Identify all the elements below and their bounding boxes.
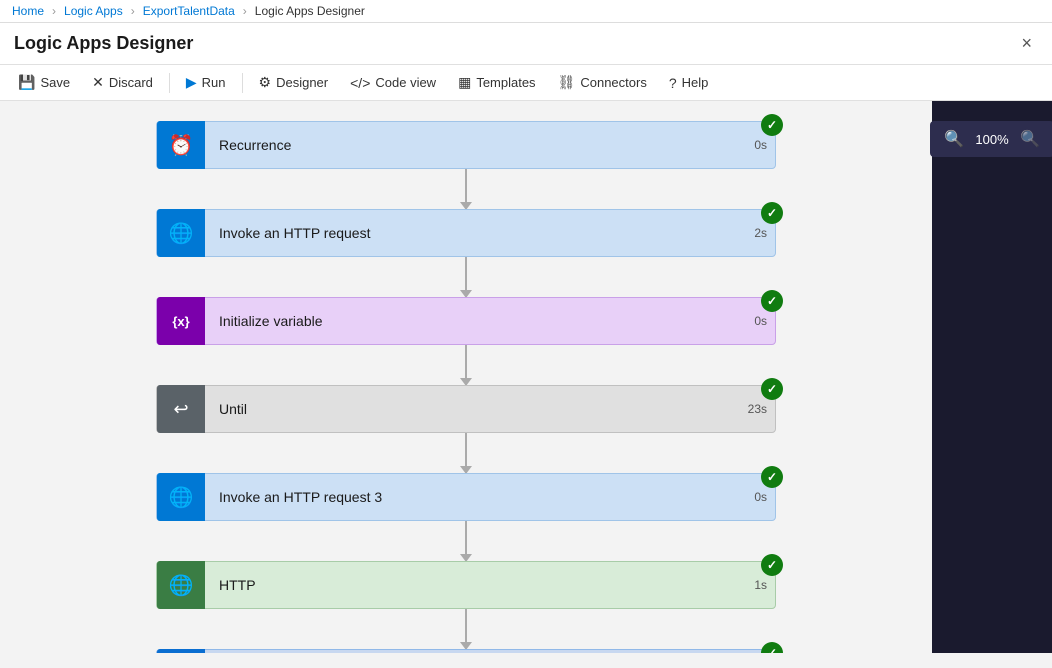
save-icon: 💾 — [18, 74, 35, 91]
step-duration-http: 1s — [740, 578, 775, 592]
discard-icon: ✕ — [92, 74, 104, 91]
step-block[interactable]: 🌐HTTP1s✓ — [156, 561, 776, 609]
workflow-canvas: ⏰Recurrence0s✓🌐Invoke an HTTP request2s✓… — [0, 101, 932, 653]
step-block[interactable]: 🌐Invoke an HTTP request 30s✓ — [156, 473, 776, 521]
save-button[interactable]: 💾 Save — [8, 69, 80, 96]
step-label-invoke-http3: Invoke an HTTP request 3 — [205, 489, 740, 505]
zoom-in-button[interactable]: 🔍 — [940, 127, 968, 151]
code-view-label: Code view — [375, 75, 436, 90]
step-label-until: Until — [205, 401, 740, 417]
breadcrumb-logic-apps[interactable]: Logic Apps — [64, 4, 123, 18]
canvas-area: ⏰Recurrence0s✓🌐Invoke an HTTP request2s✓… — [0, 101, 1052, 653]
help-label: Help — [682, 75, 709, 90]
step-icon-invoke-http3: 🌐 — [157, 473, 205, 521]
step-duration-invoke-http: 2s — [740, 226, 775, 240]
close-button[interactable]: × — [1015, 31, 1038, 56]
step-label-init-variable: Initialize variable — [205, 313, 740, 329]
breadcrumb-current: Logic Apps Designer — [255, 4, 365, 18]
step-block[interactable]: {x}Initialize variable0s✓ — [156, 297, 776, 345]
templates-icon: ▦ — [458, 74, 471, 91]
run-label: Run — [202, 75, 226, 90]
step-connector — [465, 609, 467, 649]
step-icon-until: ↩ — [157, 385, 205, 433]
step-duration-recurrence: 0s — [740, 138, 775, 152]
templates-button[interactable]: ▦ Templates — [448, 69, 545, 96]
code-view-button[interactable]: </> Code view — [340, 70, 446, 96]
step-duration-init-variable: 0s — [740, 314, 775, 328]
help-button[interactable]: ? Help — [659, 70, 719, 96]
templates-label: Templates — [476, 75, 535, 90]
step-check-init-variable: ✓ — [761, 290, 783, 312]
run-button[interactable]: ▶ Run — [176, 69, 236, 96]
discard-button[interactable]: ✕ Discard — [82, 69, 163, 96]
step-check-until: ✓ — [761, 378, 783, 400]
step-duration-invoke-http3: 0s — [740, 490, 775, 504]
step-check-recurrence: ✓ — [761, 114, 783, 136]
designer-label: Designer — [276, 75, 328, 90]
breadcrumb: Home › Logic Apps › ExportTalentData › L… — [0, 0, 1052, 23]
toolbar-separator — [169, 73, 170, 93]
zoom-controls: 🔍 100% 🔍 — [930, 121, 1052, 157]
toolbar: 💾 Save ✕ Discard ▶ Run ⚙ Designer </> Co… — [0, 65, 1052, 101]
run-icon: ▶ — [186, 74, 197, 91]
workflow-steps: ⏰Recurrence0s✓ 🌐Invoke an HTTP request2s✓… — [156, 121, 776, 653]
step-check-http: ✓ — [761, 554, 783, 576]
title-bar: Logic Apps Designer × — [0, 23, 1052, 65]
save-label: Save — [40, 75, 70, 90]
step-connector — [465, 257, 467, 297]
step-block[interactable]: ↩Until23s✓ — [156, 385, 776, 433]
designer-button[interactable]: ⚙ Designer — [249, 69, 339, 96]
step-label-http: HTTP — [205, 577, 740, 593]
step-label-recurrence: Recurrence — [205, 137, 740, 153]
discard-label: Discard — [109, 75, 153, 90]
step-icon-invoke-http: 🌐 — [157, 209, 205, 257]
step-check-invoke-http: ✓ — [761, 202, 783, 224]
help-icon: ? — [669, 75, 677, 91]
step-connector — [465, 169, 467, 209]
step-label-invoke-http: Invoke an HTTP request — [205, 225, 740, 241]
step-duration-until: 23s — [740, 402, 775, 416]
page-title: Logic Apps Designer — [14, 33, 193, 54]
designer-icon: ⚙ — [259, 74, 272, 91]
toolbar-separator-2 — [242, 73, 243, 93]
step-check-create-file: ✓ — [761, 642, 783, 653]
breadcrumb-home[interactable]: Home — [12, 4, 44, 18]
connectors-label: Connectors — [580, 75, 646, 90]
code-icon: </> — [350, 75, 370, 91]
step-block[interactable]: ⏰Recurrence0s✓ — [156, 121, 776, 169]
step-icon-init-variable: {x} — [157, 297, 205, 345]
step-icon-create-file: ☁ — [157, 649, 205, 653]
step-icon-recurrence: ⏰ — [157, 121, 205, 169]
step-check-invoke-http3: ✓ — [761, 466, 783, 488]
connectors-button[interactable]: ⛓ Connectors — [548, 69, 657, 96]
step-connector — [465, 433, 467, 473]
step-connector — [465, 345, 467, 385]
breadcrumb-export[interactable]: ExportTalentData — [143, 4, 235, 18]
step-icon-http: 🌐 — [157, 561, 205, 609]
zoom-level: 100% — [972, 132, 1012, 147]
connectors-icon: ⛓ — [558, 74, 576, 91]
zoom-out-button[interactable]: 🔍 — [1016, 127, 1044, 151]
zoom-panel: 🔍 100% 🔍 — [932, 101, 1052, 653]
step-connector — [465, 521, 467, 561]
step-block[interactable]: 🌐Invoke an HTTP request2s✓ — [156, 209, 776, 257]
step-block[interactable]: ☁Create file5s✓ — [156, 649, 776, 653]
